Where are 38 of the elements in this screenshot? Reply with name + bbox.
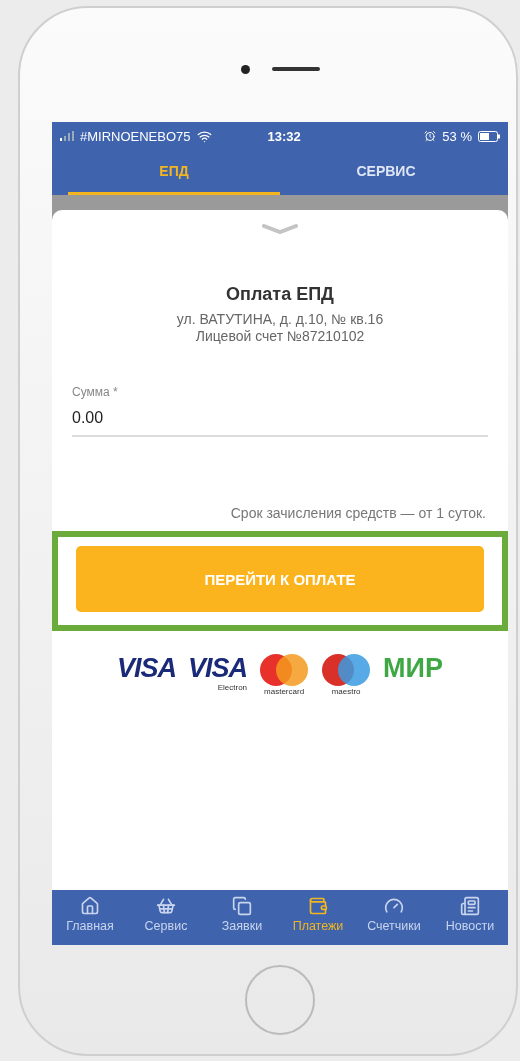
nav-item[interactable]: Платежи: [280, 890, 356, 945]
chevron-down-icon: [262, 224, 298, 234]
mir-logo: МИР: [383, 653, 443, 683]
tab[interactable]: СЕРВИС: [280, 150, 492, 195]
basket-icon: [156, 896, 176, 916]
docs-icon: [232, 896, 252, 916]
battery-icon: [478, 130, 500, 142]
alarm-icon: [424, 130, 437, 142]
overlapping-circles-icon: [259, 653, 310, 687]
account-text: Лицевой счет №87210102: [195, 328, 365, 345]
wifi-icon: [196, 128, 212, 144]
logo-caption: mastercard: [264, 687, 305, 696]
wallet-icon: [308, 896, 328, 916]
field-label: Сумма *: [72, 385, 119, 399]
visa-logo: VISA: [117, 653, 177, 683]
transfer-note: Срок зачисления средств — от 1 суток.: [230, 505, 486, 521]
battery-percent: 53 %: [442, 128, 472, 144]
carrier-name: #MIRNOENEBO75: [80, 128, 191, 144]
amount-field[interactable]: 0.00: [72, 409, 488, 437]
clock-time: 13:32: [267, 128, 301, 144]
speaker-icon: [271, 67, 320, 71]
overlapping-circles-icon: [321, 653, 372, 687]
camera-icon: [240, 64, 250, 74]
logo-caption: maestro: [331, 687, 361, 696]
address-text: ул. ВАТУТИНА, д. д.10, № кв.16: [176, 311, 384, 328]
meter-icon: [384, 896, 404, 916]
logo-caption: Electron: [217, 683, 248, 692]
nav-item[interactable]: Счетчики: [356, 890, 432, 945]
payment-title: Оплата ЕПД: [226, 284, 334, 305]
nav-item[interactable]: Заявки: [204, 890, 280, 945]
visa-logo: VISA: [188, 653, 248, 683]
news-icon: [460, 896, 480, 916]
nav-item[interactable]: Сервис: [128, 890, 204, 945]
signal-icon: [60, 131, 74, 141]
home-button[interactable]: [245, 964, 315, 1035]
nav-item[interactable]: Главная: [52, 890, 128, 945]
nav-item[interactable]: Новости: [432, 890, 508, 945]
home-icon: [80, 896, 100, 916]
